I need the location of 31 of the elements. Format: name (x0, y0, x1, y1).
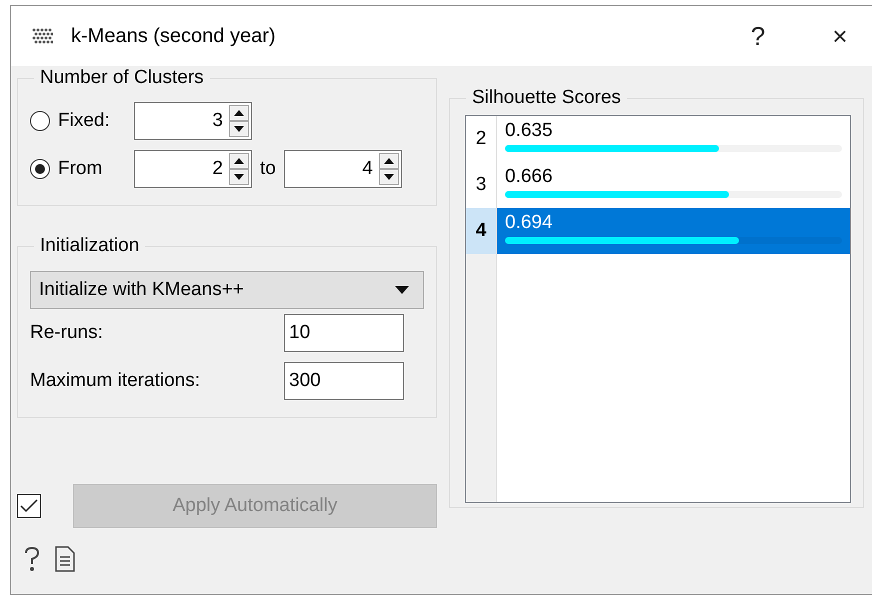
input-field[interactable]: 10 (284, 314, 404, 352)
field-label: Maximum iterations: (30, 370, 200, 392)
help-icon[interactable] (23, 546, 41, 572)
radio-label: Fixed: (58, 110, 111, 132)
field-label: Re-runs: (30, 322, 103, 344)
spin-box[interactable]: 2 (134, 150, 252, 188)
to-label: to (260, 158, 276, 180)
score-value: 0.666 (505, 166, 554, 188)
score-value: 0.635 (505, 120, 554, 142)
checkmark-icon (20, 499, 38, 513)
radio-label: From (58, 158, 104, 180)
row-header[interactable]: 3 (466, 162, 497, 208)
close-button[interactable]: × (808, 11, 872, 61)
spin-arrows-icon[interactable] (229, 153, 249, 185)
radio-button[interactable] (30, 159, 50, 179)
method-dropdown[interactable]: Initialize with KMeans++ (30, 271, 424, 309)
help-button[interactable]: ? (726, 11, 790, 61)
spin-box[interactable]: 4 (284, 150, 402, 188)
spin-arrows-icon[interactable] (378, 153, 399, 185)
window-title: k-Means (second year) (71, 24, 277, 48)
caret-icon (395, 286, 409, 294)
document-icon[interactable] (55, 546, 75, 572)
row-header[interactable]: 2 (466, 116, 497, 162)
row-header[interactable]: 4 (466, 208, 497, 254)
input-field[interactable]: 300 (284, 362, 404, 400)
spin-arrows-icon[interactable] (229, 105, 249, 137)
spin-box[interactable]: 3 (134, 102, 252, 140)
score-value: 0.694 (505, 212, 554, 234)
app-icon (31, 27, 53, 45)
radio-button[interactable] (30, 111, 50, 131)
score-row[interactable]: 0.694 (497, 208, 850, 254)
